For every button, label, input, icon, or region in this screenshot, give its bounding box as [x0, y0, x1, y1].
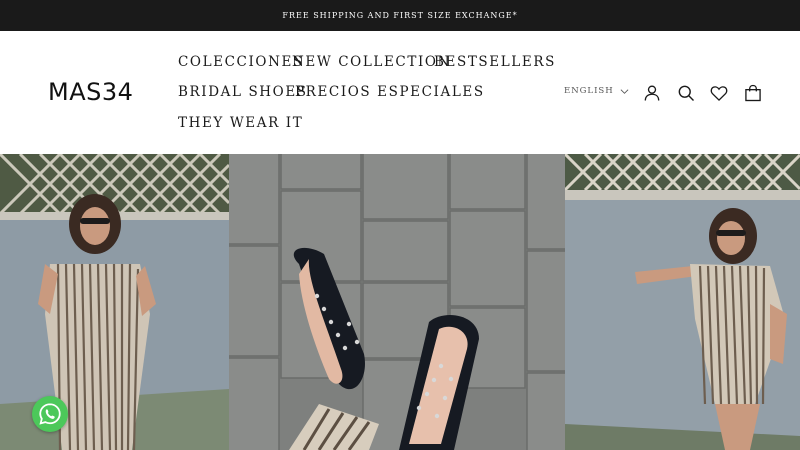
- cart-button[interactable]: [742, 82, 764, 104]
- announcement-text: FREE SHIPPING AND FIRST SIZE EXCHANGE*: [282, 11, 518, 20]
- hero-banner[interactable]: [0, 154, 800, 450]
- search-button[interactable]: [675, 82, 697, 104]
- woman-striped-jumpsuit-right-photo: [565, 154, 800, 450]
- whatsapp-icon: [39, 403, 61, 425]
- heart-icon: [710, 86, 728, 102]
- studded-sandals-on-pavement-photo: [229, 154, 565, 450]
- wishlist-button[interactable]: [708, 82, 730, 104]
- nav-item-precios-especiales[interactable]: PRECIOS ESPECIALES: [295, 84, 485, 100]
- bag-icon: [745, 84, 761, 102]
- announcement-bar: FREE SHIPPING AND FIRST SIZE EXCHANGE*: [0, 0, 800, 31]
- hero-image-right: [565, 154, 800, 450]
- whatsapp-button[interactable]: [32, 396, 68, 432]
- chevron-down-icon: [620, 88, 629, 94]
- nav-item-bestsellers[interactable]: BESTSELLERS: [434, 54, 556, 70]
- search-icon: [678, 85, 695, 102]
- account-button[interactable]: [641, 82, 663, 104]
- nav-item-they-wear-it[interactable]: THEY WEAR IT: [178, 115, 303, 131]
- hero-image-middle: [229, 154, 565, 450]
- nav-item-colecciones[interactable]: COLECCIONES: [178, 54, 304, 70]
- nav-item-bridal-shoes[interactable]: BRIDAL SHOES: [178, 84, 308, 100]
- nav-item-new-collection[interactable]: NEW COLLECTION: [292, 54, 451, 70]
- user-icon: [644, 85, 660, 101]
- logo[interactable]: MAS34: [48, 77, 133, 107]
- language-selector[interactable]: ENGLISH: [564, 86, 629, 96]
- site-header: MAS34 COLECCIONES NEW COLLECTION BESTSEL…: [0, 31, 800, 154]
- language-label: ENGLISH: [564, 86, 614, 96]
